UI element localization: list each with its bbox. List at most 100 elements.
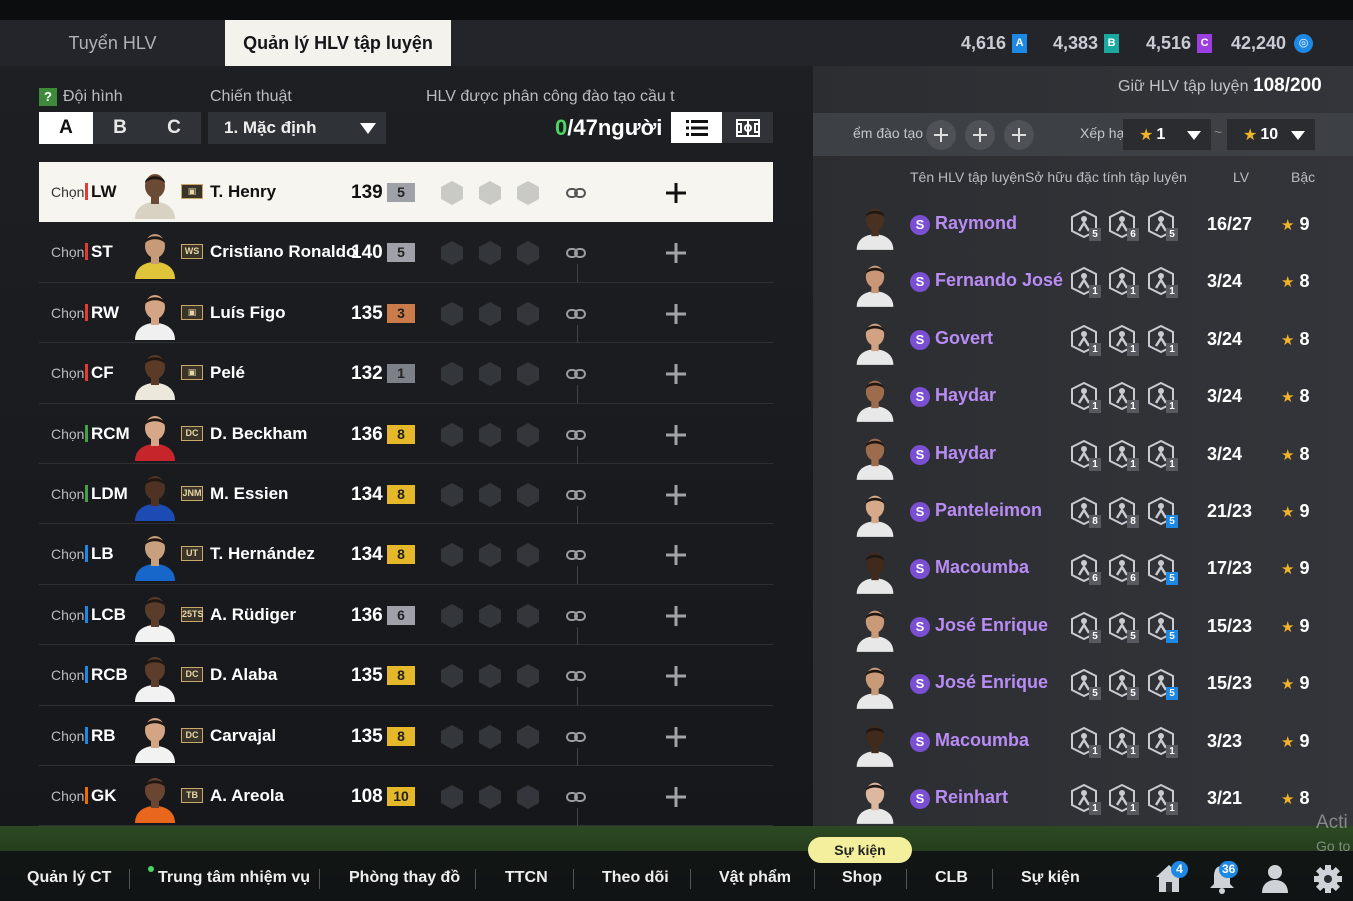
- choose-label[interactable]: Chọn: [51, 728, 84, 744]
- add-coach-button[interactable]: [663, 180, 689, 206]
- add-coach-button[interactable]: [663, 482, 689, 508]
- empty-coach-slot-icon[interactable]: [477, 422, 503, 448]
- coach-row[interactable]: S José Enrique 5 5 5 15/23 ★ 9: [813, 656, 1353, 713]
- star-min-dropdown[interactable]: ★ 1: [1123, 119, 1211, 150]
- link-icon[interactable]: [565, 364, 587, 384]
- empty-coach-slot-icon[interactable]: [477, 784, 503, 810]
- link-icon[interactable]: [565, 606, 587, 626]
- link-icon[interactable]: [565, 727, 587, 747]
- empty-coach-slot-icon[interactable]: [439, 724, 465, 750]
- choose-label[interactable]: Chọn: [51, 184, 84, 200]
- empty-coach-slot-icon[interactable]: [515, 482, 541, 508]
- empty-coach-slot-icon[interactable]: [477, 180, 503, 206]
- coach-row[interactable]: S Macoumba 6 6 5 17/23 ★ 9: [813, 541, 1353, 598]
- player-row[interactable]: Chọn RCM DC D. Beckham 136 8: [39, 404, 773, 464]
- player-row[interactable]: Chọn RB DC Carvajal 135 8: [39, 706, 773, 766]
- link-icon[interactable]: [565, 183, 587, 203]
- add-coach-button[interactable]: [663, 663, 689, 689]
- add-coach-button[interactable]: [663, 784, 689, 810]
- empty-coach-slot-icon[interactable]: [439, 180, 465, 206]
- tactic-dropdown[interactable]: 1. Mặc định: [208, 112, 386, 144]
- link-icon[interactable]: [565, 485, 587, 505]
- link-icon[interactable]: [565, 425, 587, 445]
- choose-label[interactable]: Chọn: [51, 305, 84, 321]
- empty-coach-slot-icon[interactable]: [439, 301, 465, 327]
- empty-coach-slot-icon[interactable]: [477, 663, 503, 689]
- add-filter-button-2[interactable]: [965, 120, 995, 150]
- nav-events[interactable]: Sự kiện: [1021, 869, 1080, 887]
- empty-coach-slot-icon[interactable]: [439, 784, 465, 810]
- choose-label[interactable]: Chọn: [51, 365, 84, 381]
- coach-row[interactable]: S Haydar 1 1 1 3/24 ★ 8: [813, 427, 1353, 484]
- empty-coach-slot-icon[interactable]: [477, 603, 503, 629]
- empty-coach-slot-icon[interactable]: [439, 603, 465, 629]
- add-coach-button[interactable]: [663, 542, 689, 568]
- link-icon[interactable]: [565, 243, 587, 263]
- empty-coach-slot-icon[interactable]: [477, 240, 503, 266]
- player-row[interactable]: Chọn LB UT T. Hernández 134 8: [39, 524, 773, 585]
- empty-coach-slot-icon[interactable]: [515, 361, 541, 387]
- choose-label[interactable]: Chọn: [51, 607, 84, 623]
- profile-button[interactable]: [1260, 862, 1290, 894]
- empty-coach-slot-icon[interactable]: [477, 542, 503, 568]
- empty-coach-slot-icon[interactable]: [477, 724, 503, 750]
- coach-row[interactable]: S Reinhart 1 1 1 3/21 ★ 8: [813, 771, 1353, 828]
- empty-coach-slot-icon[interactable]: [515, 180, 541, 206]
- tab-manage-training-coach[interactable]: Quản lý HLV tập luyện: [225, 20, 451, 66]
- add-coach-button[interactable]: [663, 603, 689, 629]
- add-filter-button-3[interactable]: [1004, 120, 1034, 150]
- player-row[interactable]: Chọn RCB DC D. Alaba 135 8: [39, 645, 773, 706]
- player-row[interactable]: Chọn LW ▣ T. Henry 139 5: [39, 162, 773, 223]
- empty-coach-slot-icon[interactable]: [515, 724, 541, 750]
- coach-row[interactable]: S José Enrique 5 5 5 15/23 ★ 9: [813, 599, 1353, 656]
- nav-shop[interactable]: Shop: [842, 869, 882, 887]
- empty-coach-slot-icon[interactable]: [439, 542, 465, 568]
- player-row[interactable]: Chọn CF ▣ Pelé 132 1: [39, 343, 773, 404]
- player-row[interactable]: Chọn ST WS Cristiano Ronaldo 140 5: [39, 222, 773, 283]
- coach-row[interactable]: S Macoumba 1 1 1 3/23 ★ 9: [813, 714, 1353, 771]
- link-icon[interactable]: [565, 545, 587, 565]
- player-row[interactable]: Chọn LDM JNM M. Essien 134 8: [39, 464, 773, 525]
- nav-ttcn[interactable]: TTCN: [505, 869, 548, 887]
- formation-option-b[interactable]: B: [93, 112, 147, 144]
- tab-recruit-coach[interactable]: Tuyển HLV: [0, 20, 225, 66]
- player-row[interactable]: Chọn GK TB A. Areola 108 10: [39, 766, 773, 827]
- star-max-dropdown[interactable]: ★ 10: [1227, 119, 1315, 150]
- nav-manage-ct[interactable]: Quản lý CT: [27, 869, 111, 887]
- empty-coach-slot-icon[interactable]: [515, 301, 541, 327]
- list-view-button[interactable]: [671, 112, 722, 143]
- add-coach-button[interactable]: [663, 361, 689, 387]
- empty-coach-slot-icon[interactable]: [515, 422, 541, 448]
- choose-label[interactable]: Chọn: [51, 426, 84, 442]
- empty-coach-slot-icon[interactable]: [477, 301, 503, 327]
- nav-items[interactable]: Vật phẩm: [719, 869, 791, 887]
- nav-club[interactable]: CLB: [935, 869, 968, 887]
- add-coach-button[interactable]: [663, 724, 689, 750]
- choose-label[interactable]: Chọn: [51, 546, 84, 562]
- add-coach-button[interactable]: [663, 301, 689, 327]
- choose-label[interactable]: Chọn: [51, 244, 84, 260]
- link-icon[interactable]: [565, 787, 587, 807]
- empty-coach-slot-icon[interactable]: [439, 361, 465, 387]
- add-filter-button-1[interactable]: [926, 120, 956, 150]
- choose-label[interactable]: Chọn: [51, 667, 84, 683]
- nav-watchlist[interactable]: Theo dõi: [602, 869, 669, 887]
- player-row[interactable]: Chọn LCB 25TS A. Rüdiger 136 6: [39, 585, 773, 646]
- empty-coach-slot-icon[interactable]: [515, 603, 541, 629]
- formation-option-c[interactable]: C: [147, 112, 201, 144]
- empty-coach-slot-icon[interactable]: [477, 361, 503, 387]
- empty-coach-slot-icon[interactable]: [439, 240, 465, 266]
- choose-label[interactable]: Chọn: [51, 486, 84, 502]
- coach-row[interactable]: S Raymond 5 6 5 16/27 ★ 9: [813, 197, 1353, 254]
- add-coach-button[interactable]: [663, 422, 689, 448]
- link-icon[interactable]: [565, 666, 587, 686]
- empty-coach-slot-icon[interactable]: [515, 663, 541, 689]
- choose-label[interactable]: Chọn: [51, 788, 84, 804]
- coach-row[interactable]: S Haydar 1 1 1 3/24 ★ 8: [813, 369, 1353, 426]
- event-pill-button[interactable]: Sự kiện: [808, 837, 912, 863]
- settings-button[interactable]: [1313, 862, 1343, 894]
- empty-coach-slot-icon[interactable]: [515, 542, 541, 568]
- empty-coach-slot-icon[interactable]: [477, 482, 503, 508]
- player-row[interactable]: Chọn RW ▣ Luís Figo 135 3: [39, 283, 773, 344]
- nav-locker-room[interactable]: Phòng thay đồ: [349, 869, 460, 887]
